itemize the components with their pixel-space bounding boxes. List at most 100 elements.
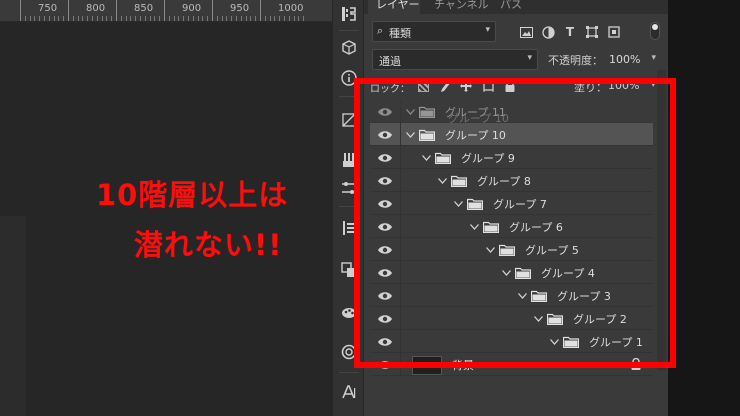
eye-icon[interactable] — [378, 337, 392, 347]
folder-icon — [514, 267, 532, 280]
layer-name: グループ 6 — [509, 221, 563, 234]
layers-scrollbar[interactable] — [657, 70, 666, 370]
chevron-down-icon[interactable] — [452, 198, 464, 210]
chevron-down-icon[interactable] — [468, 221, 480, 233]
eye-icon[interactable] — [378, 360, 392, 370]
layer-row[interactable]: グループ 5 — [370, 238, 653, 261]
chevron-down-icon[interactable] — [436, 175, 448, 187]
layer-name: グループ 2 — [573, 313, 627, 326]
layer-row[interactable]: グループ 1 — [370, 330, 653, 353]
layer-row[interactable]: グループ 3 — [370, 284, 653, 307]
layer-row[interactable]: グループ 11 グループ 10 — [370, 100, 653, 125]
eye-icon[interactable] — [378, 291, 392, 301]
ruler-label: 1000 — [278, 3, 304, 14]
eye-icon[interactable] — [378, 314, 392, 324]
chevron-down-icon[interactable] — [548, 336, 560, 348]
eye-icon[interactable] — [378, 130, 392, 140]
ruler-major-tick — [20, 0, 21, 21]
artboard-icon[interactable] — [337, 258, 361, 282]
chevron-down-icon[interactable] — [404, 129, 416, 141]
tab-channels[interactable]: チャンネル — [434, 0, 489, 12]
folder-icon — [562, 336, 580, 349]
panel-tabs: レイヤー チャンネル パス — [364, 0, 668, 14]
character-icon[interactable] — [337, 380, 361, 404]
ruler-major-tick — [164, 0, 165, 21]
layer-row[interactable]: グループ 4 — [370, 261, 653, 284]
swatches-icon[interactable] — [337, 300, 361, 324]
opacity-input[interactable]: 100% ▾ — [606, 49, 662, 70]
lock-transparent-icon[interactable] — [418, 81, 429, 92]
eye-icon[interactable] — [378, 176, 392, 186]
folder-icon — [418, 106, 436, 119]
chevron-down-icon[interactable] — [420, 152, 432, 164]
horizontal-ruler: 750 800 850 900 950 1000 — [0, 0, 332, 22]
3d-icon[interactable] — [337, 36, 361, 60]
annotation-line-2: 潜れない!! — [134, 228, 283, 262]
adjustments-icon[interactable] — [337, 108, 361, 132]
eye-icon[interactable] — [378, 153, 392, 163]
filter-adjustment-icon[interactable] — [540, 25, 556, 39]
layer-filter-kind-select[interactable]: ⌕ 種類 ▾ — [372, 21, 496, 42]
lock-icon — [631, 357, 641, 370]
eye-icon[interactable] — [378, 268, 392, 278]
search-icon: ⌕ — [377, 24, 384, 37]
fill-label: 塗り： — [574, 81, 607, 94]
fill-value[interactable]: 100% — [608, 79, 639, 92]
lock-label: ロック： — [370, 84, 410, 95]
layer-name: グループ 5 — [525, 244, 579, 257]
chevron-down-icon[interactable] — [404, 106, 416, 118]
folder-icon — [466, 198, 484, 211]
libraries-icon[interactable] — [337, 340, 361, 364]
workspace-background — [668, 0, 740, 416]
history-icon[interactable] — [337, 2, 361, 26]
ruler-label: 800 — [86, 3, 106, 14]
layer-row[interactable]: グループ 8 — [370, 169, 653, 192]
blend-mode-select[interactable]: 通過 ▾ — [372, 49, 538, 70]
sliders-icon[interactable] — [337, 176, 361, 200]
eye-icon[interactable] — [378, 245, 392, 255]
tab-layers[interactable]: レイヤー — [376, 0, 420, 12]
filter-shape-icon[interactable] — [584, 25, 600, 39]
layers-panel: レイヤー チャンネル パス ⌕ 種類 ▾ T 通過 ▾ 不透明度： 100% ▾… — [364, 0, 668, 416]
ruler-label: 900 — [182, 3, 202, 14]
layer-row[interactable]: グループ 9 — [370, 146, 653, 169]
layer-row[interactable]: グループ 7 — [370, 192, 653, 215]
lock-image-icon[interactable] — [439, 79, 451, 93]
layer-row-background[interactable]: 背景 — [370, 353, 653, 376]
blend-mode-value: 通過 — [379, 55, 401, 68]
layer-row[interactable]: グループ 6 — [370, 215, 653, 238]
chevron-down-icon[interactable] — [484, 244, 496, 256]
lock-position-icon[interactable] — [460, 80, 472, 92]
folder-icon — [482, 221, 500, 234]
chevron-down-icon: ▾ — [527, 53, 532, 63]
filter-type-icon[interactable]: T — [562, 25, 578, 39]
document-canvas[interactable] — [0, 22, 332, 416]
layer-name: グループ 9 — [461, 152, 515, 165]
canvas-artboard-edge — [0, 216, 26, 416]
filter-smartobject-icon[interactable] — [606, 25, 622, 39]
brush-icon[interactable] — [337, 148, 361, 172]
folder-icon — [450, 175, 468, 188]
opacity-value: 100% — [609, 53, 641, 66]
tab-paths[interactable]: パス — [500, 0, 522, 12]
eye-icon[interactable] — [378, 107, 392, 117]
info-icon[interactable] — [337, 66, 361, 90]
eye-icon[interactable] — [378, 199, 392, 209]
filter-kind-label: 種類 — [389, 27, 411, 40]
chevron-down-icon[interactable] — [516, 290, 528, 302]
eye-icon[interactable] — [378, 222, 392, 232]
ruler-label: 750 — [38, 3, 58, 14]
chevron-down-icon[interactable] — [532, 313, 544, 325]
layer-row[interactable]: グループ 2 — [370, 307, 653, 330]
paragraph-icon[interactable] — [337, 216, 361, 240]
filter-toggle-switch[interactable] — [650, 22, 660, 40]
chevron-down-icon[interactable] — [500, 267, 512, 279]
layer-row[interactable]: グループ 10 — [370, 123, 653, 146]
lock-artboard-icon[interactable] — [482, 80, 495, 92]
layer-thumbnail — [412, 356, 442, 375]
filter-pixel-icon[interactable] — [518, 25, 534, 39]
chevron-down-icon[interactable]: ▾ — [651, 80, 656, 90]
ruler-major-tick — [68, 0, 69, 21]
lock-icon[interactable] — [505, 79, 515, 92]
layer-name: グループ 8 — [477, 175, 531, 188]
